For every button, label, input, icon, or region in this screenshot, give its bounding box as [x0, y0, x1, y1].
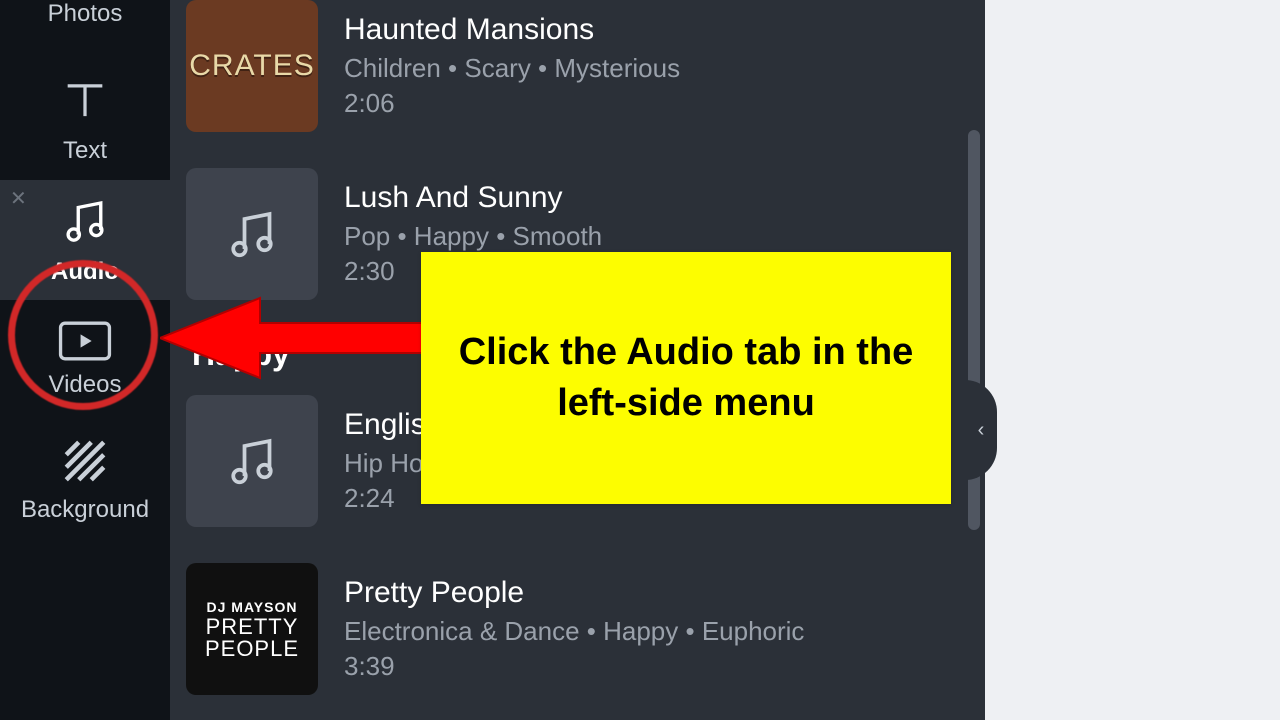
track-thumbnail: DJ MAYSON PRETTY PEOPLE	[186, 563, 318, 695]
sidebar-item-videos[interactable]: Videos	[0, 300, 170, 420]
panel-collapse-handle[interactable]: ‹	[965, 380, 997, 480]
track-title: Pretty People	[344, 576, 955, 610]
chevron-left-icon: ‹	[978, 419, 985, 442]
track-duration: 3:39	[344, 651, 955, 682]
sidebar-item-background[interactable]: Background	[0, 420, 170, 540]
video-play-icon	[58, 321, 112, 361]
track-thumbnail	[186, 395, 318, 527]
music-note-icon	[222, 204, 282, 264]
track-info: Haunted Mansions Children • Scary • Myst…	[344, 13, 955, 119]
thumbnail-text: DJ MAYSON	[207, 599, 298, 615]
sidebar-item-label: Videos	[49, 371, 122, 399]
close-icon[interactable]: ✕	[10, 186, 27, 211]
track-thumbnail: CRATES	[186, 0, 318, 132]
sidebar-item-label: Text	[63, 137, 107, 165]
audio-track-item[interactable]: CRATES Haunted Mansions Children • Scary…	[186, 0, 955, 150]
track-title: Lush And Sunny	[344, 181, 955, 215]
sidebar-item-photos[interactable]: Photos	[0, 0, 170, 60]
track-info: Pretty People Electronica & Dance • Happ…	[344, 576, 955, 682]
track-tags: Pop • Happy • Smooth	[344, 221, 955, 252]
sidebar-item-audio[interactable]: ✕ Audio	[0, 180, 170, 300]
music-note-icon	[222, 431, 282, 491]
track-thumbnail	[186, 168, 318, 300]
audio-track-item[interactable]: DJ MAYSON PRETTY PEOPLE Pretty People El…	[186, 545, 955, 713]
annotation-callout: Click the Audio tab in the left-side men…	[421, 252, 951, 504]
thumbnail-text: PRETTY	[206, 617, 299, 637]
track-tags: Children • Scary • Mysterious	[344, 53, 955, 84]
sidebar-item-label: Background	[21, 496, 149, 524]
track-title: Haunted Mansions	[344, 13, 955, 47]
music-note-icon	[58, 194, 112, 248]
text-icon	[59, 75, 111, 127]
sidebar-item-label: Audio	[51, 258, 119, 286]
sidebar-item-text[interactable]: Text	[0, 60, 170, 180]
track-tags: Electronica & Dance • Happy • Euphoric	[344, 616, 955, 647]
hatch-icon	[60, 436, 110, 486]
sidebar-item-label: Photos	[48, 0, 123, 28]
callout-text: Click the Audio tab in the left-side men…	[455, 327, 917, 430]
panel-scrollbar[interactable]	[967, 0, 981, 720]
thumbnail-text: CRATES	[189, 49, 314, 83]
thumbnail-text: PEOPLE	[205, 639, 299, 659]
track-duration: 2:06	[344, 88, 955, 119]
sidebar: Photos Text ✕ Audio Videos Backgro	[0, 0, 170, 720]
